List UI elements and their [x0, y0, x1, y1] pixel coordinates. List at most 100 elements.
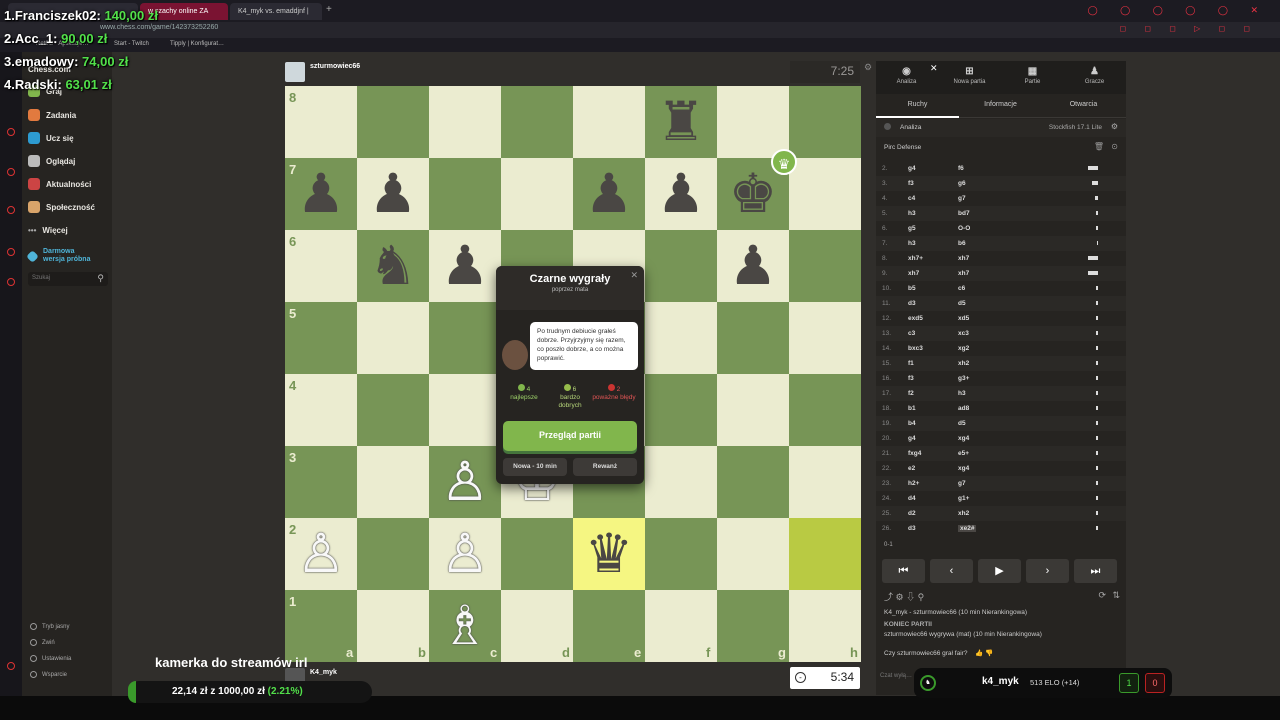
board-square[interactable]	[717, 446, 789, 518]
white-move[interactable]: f3	[908, 180, 914, 187]
settings-icon[interactable]: ⊙	[1111, 142, 1118, 151]
white-piece[interactable]: ♙	[429, 518, 501, 590]
tab-analysis[interactable]: ◉ Analiza	[879, 66, 934, 85]
board-square[interactable]	[717, 374, 789, 446]
white-move[interactable]: g4	[908, 435, 916, 442]
board-square[interactable]	[501, 158, 573, 230]
bookmark-item[interactable]: Tipply | Konfigurat…	[170, 41, 224, 47]
browser-toolbar-icons[interactable]: ◻ ◻ ◻ ▷ ◻ ◻	[1120, 24, 1258, 33]
black-move[interactable]: g6	[958, 180, 966, 187]
refresh-icon[interactable]: ⟳	[1098, 590, 1106, 601]
black-piece[interactable]: ♟	[285, 158, 357, 230]
search-icon[interactable]: ⚲	[97, 273, 104, 284]
next-move-button[interactable]: ›	[1026, 559, 1069, 583]
top-player-name[interactable]: szturmowiec66	[310, 63, 360, 70]
board-square[interactable]	[429, 86, 501, 158]
white-move[interactable]: h3	[908, 240, 916, 247]
toggle-icon[interactable]	[884, 123, 891, 130]
board-square[interactable]	[789, 302, 861, 374]
black-move[interactable]: d5	[958, 420, 966, 427]
white-move[interactable]: exd5	[908, 315, 923, 322]
tab-players[interactable]: ♟ Gracze	[1067, 66, 1122, 85]
rail-icon[interactable]	[7, 662, 15, 670]
board-square[interactable]	[789, 230, 861, 302]
sidebar-item-news[interactable]: Aktualności	[28, 175, 91, 193]
chat-input[interactable]: Czat wyłą…	[880, 673, 912, 679]
white-move[interactable]: b5	[908, 285, 916, 292]
black-move[interactable]: xc3	[958, 330, 969, 337]
black-move[interactable]: xh2	[958, 360, 969, 367]
previous-move-button[interactable]: ‹	[930, 559, 973, 583]
black-move[interactable]: d5	[958, 300, 966, 307]
rail-icon[interactable]	[7, 168, 15, 176]
tab-new-game[interactable]: ⊞ Nowa partia	[942, 66, 997, 85]
board-settings-icon[interactable]: ⚙	[864, 62, 872, 73]
white-move[interactable]: b4	[908, 420, 916, 427]
white-move[interactable]: g4	[908, 165, 916, 172]
board-square[interactable]	[357, 302, 429, 374]
first-move-button[interactable]: ⏮	[882, 559, 925, 583]
board-square[interactable]	[501, 86, 573, 158]
black-move[interactable]: f6	[958, 165, 964, 172]
trash-icon[interactable]: 🗑	[1094, 142, 1104, 151]
black-move[interactable]: g7	[958, 195, 966, 202]
black-move[interactable]: O-O	[958, 225, 970, 232]
board-square[interactable]	[789, 158, 861, 230]
board-square[interactable]	[357, 518, 429, 590]
opening-name[interactable]: Pirc Defense	[884, 144, 921, 151]
sidebar-item-more[interactable]: ••• Więcej	[28, 221, 68, 239]
black-move[interactable]: h3	[958, 390, 966, 397]
black-piece[interactable]: ♜	[645, 86, 717, 158]
gear-icon[interactable]: ⚙	[1111, 122, 1118, 131]
white-move[interactable]: f1	[908, 360, 914, 367]
thumbs-up-icon[interactable]: 👍	[975, 650, 983, 657]
white-move[interactable]: b1	[908, 405, 916, 412]
black-piece[interactable]: ♟	[645, 158, 717, 230]
game-review-button[interactable]: Przegląd partii	[503, 421, 637, 451]
white-move[interactable]: fxg4	[908, 450, 921, 457]
sidebar-item-watch[interactable]: Oglądaj	[28, 152, 75, 170]
black-move[interactable]: xg4	[958, 465, 969, 472]
rail-icon[interactable]	[7, 206, 15, 214]
black-piece[interactable]: ♟	[429, 230, 501, 302]
browser-tab-3[interactable]: K4_myk vs. emaddjnf |	[230, 3, 322, 20]
white-move[interactable]: f3	[908, 375, 914, 382]
close-icon[interactable]: ✕	[930, 63, 938, 74]
black-piece[interactable]: ♛	[573, 518, 645, 590]
white-piece[interactable]: ♙	[429, 446, 501, 518]
board-square[interactable]	[645, 230, 717, 302]
sidebar-item-trial[interactable]: Darmowa wersja próbna	[26, 245, 90, 267]
white-piece[interactable]: ♗	[429, 590, 501, 662]
black-move[interactable]: xg2	[958, 345, 969, 352]
thumbs-down-icon[interactable]: 👎	[985, 650, 993, 657]
rail-icon[interactable]	[7, 248, 15, 256]
sidebar-item-learn[interactable]: Ucz się	[28, 129, 74, 147]
white-move[interactable]: d4	[908, 495, 916, 502]
black-move[interactable]: xh7	[958, 270, 969, 277]
white-move[interactable]: d2	[908, 510, 916, 517]
rail-icon[interactable]	[7, 278, 15, 286]
board-square[interactable]	[717, 518, 789, 590]
support-button[interactable]: Wsparcie	[30, 671, 67, 678]
board-square[interactable]	[429, 302, 501, 374]
board-square[interactable]	[645, 518, 717, 590]
download-icon[interactable]: ⇩	[906, 592, 915, 602]
black-piece[interactable]: ♟	[357, 158, 429, 230]
board-square[interactable]	[645, 374, 717, 446]
white-move[interactable]: d3	[908, 300, 916, 307]
window-controls-icon[interactable]: ◯ ◯ ◯ ◯ ◯ ✕	[1088, 5, 1268, 16]
share-icon[interactable]: ⤴	[884, 592, 893, 602]
board-square[interactable]	[645, 446, 717, 518]
black-move[interactable]: c6	[958, 285, 965, 292]
black-move[interactable]: b6	[958, 240, 966, 247]
white-piece[interactable]: ♙	[285, 518, 357, 590]
rematch-button[interactable]: Rewanż	[573, 458, 637, 476]
black-move[interactable]: xg4	[958, 435, 969, 442]
board-square[interactable]	[573, 86, 645, 158]
black-piece[interactable]: ♞	[357, 230, 429, 302]
white-move[interactable]: xh7+	[908, 255, 923, 262]
board-square[interactable]	[357, 86, 429, 158]
board-square[interactable]	[429, 374, 501, 446]
white-move[interactable]: xh7	[908, 270, 919, 277]
sidebar-item-puzzles[interactable]: Zadania	[28, 106, 76, 124]
